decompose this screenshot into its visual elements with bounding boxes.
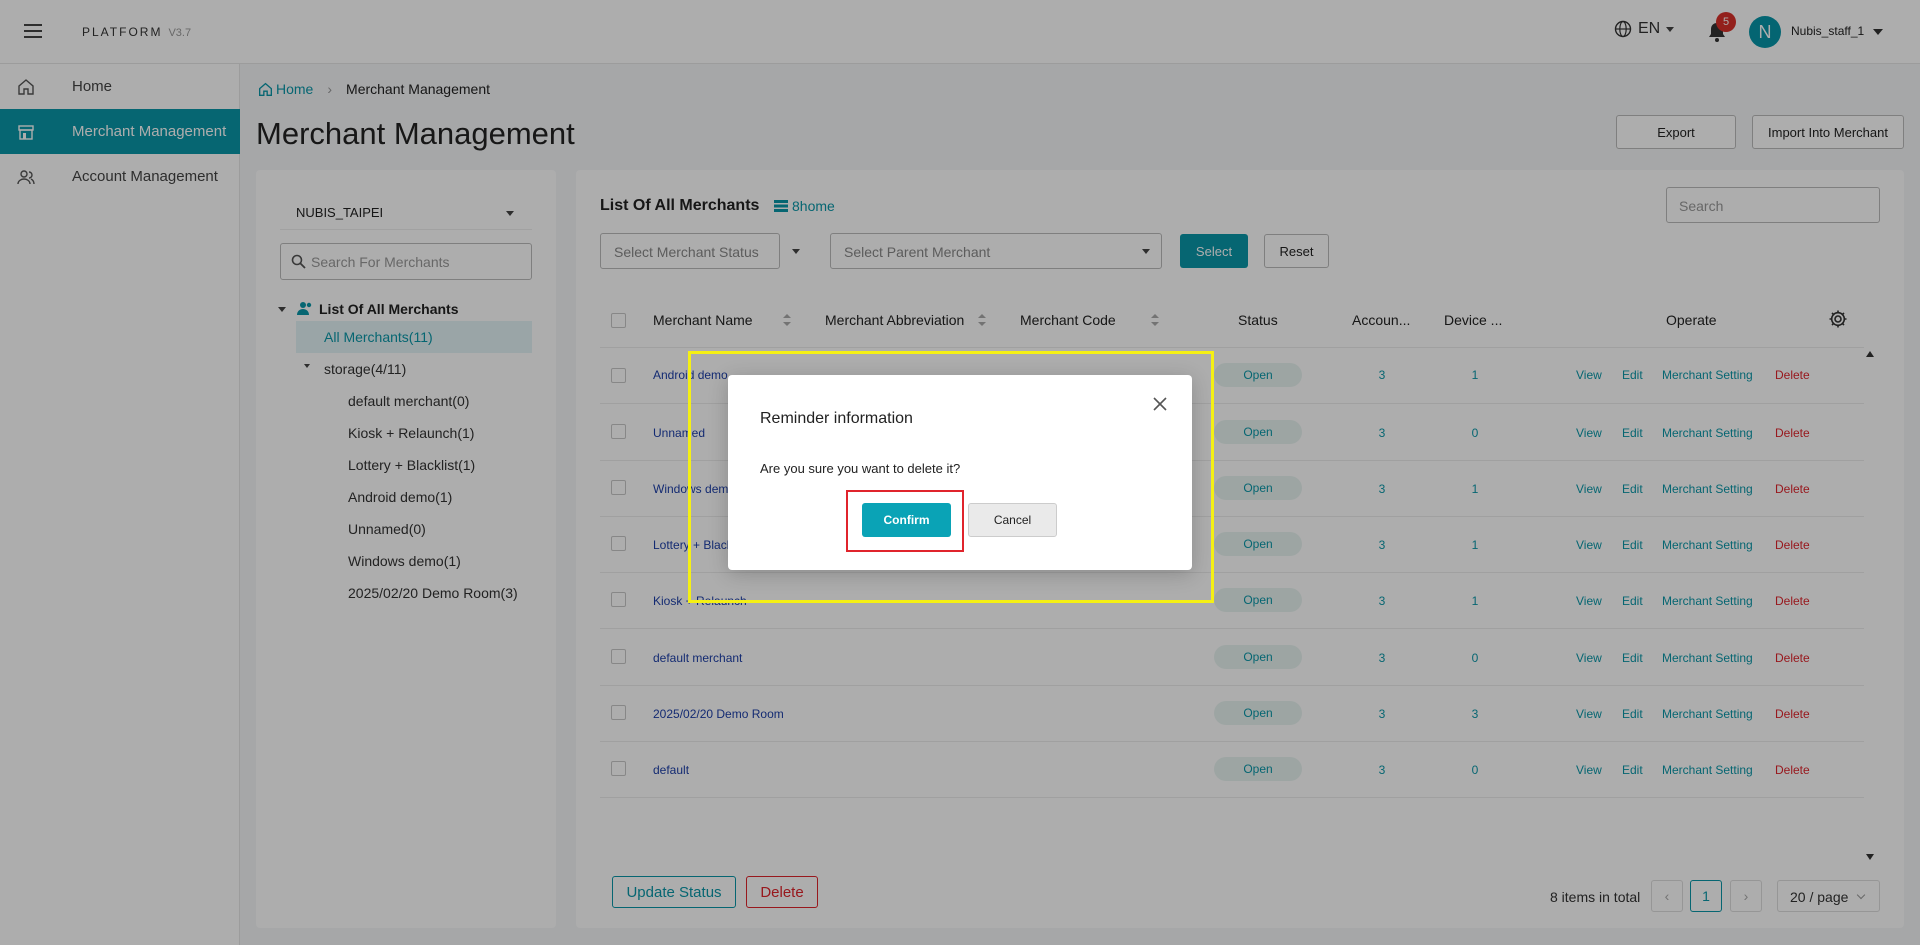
close-icon[interactable] xyxy=(1152,396,1168,412)
confirm-button[interactable]: Confirm xyxy=(862,503,951,537)
cancel-button[interactable]: Cancel xyxy=(968,503,1057,537)
dialog-message: Are you sure you want to delete it? xyxy=(760,461,961,476)
dialog-title: Reminder information xyxy=(760,410,913,427)
